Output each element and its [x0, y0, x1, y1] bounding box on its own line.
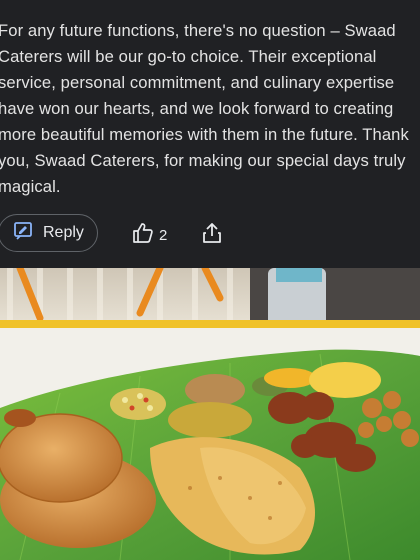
- like-button[interactable]: 2: [132, 222, 167, 249]
- reply-icon: [13, 221, 33, 246]
- meal-photo-illustration: [0, 268, 420, 560]
- reply-button[interactable]: Reply: [0, 214, 98, 252]
- like-count: 2: [159, 227, 168, 244]
- reply-label: Reply: [43, 224, 84, 241]
- review-photo[interactable]: [0, 268, 420, 560]
- share-button[interactable]: [202, 222, 222, 249]
- review-card: For any future functions, there's no que…: [0, 0, 420, 268]
- share-icon: [202, 223, 222, 248]
- review-text: For any future functions, there's no que…: [0, 21, 409, 196]
- review-actions: Reply 2: [0, 214, 420, 254]
- thumbs-up-icon: [132, 222, 154, 249]
